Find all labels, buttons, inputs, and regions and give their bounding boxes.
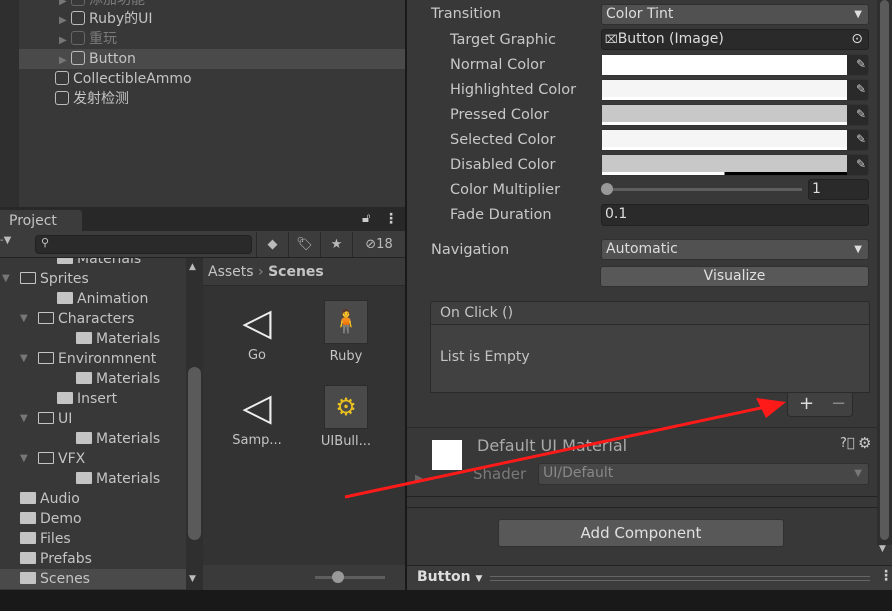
red-arrow-line — [344, 404, 771, 499]
annotation-overlay — [344, 398, 786, 499]
